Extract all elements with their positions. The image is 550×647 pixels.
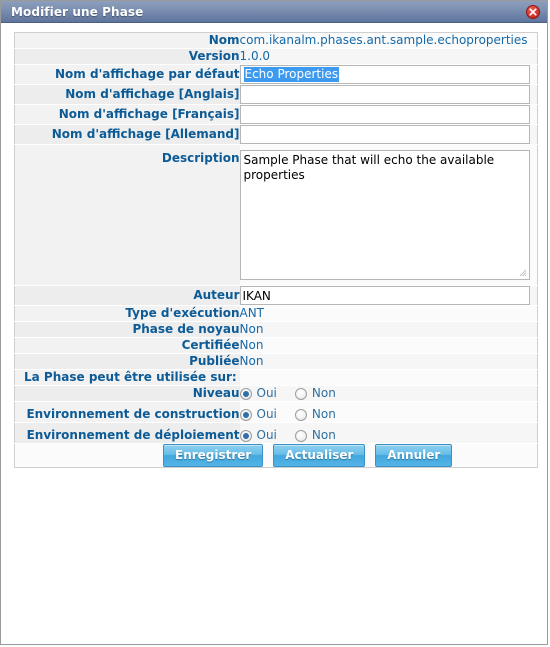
- field-value-execution-type: ANT: [239, 305, 538, 322]
- field-label-version: Version: [14, 48, 240, 65]
- display-name-default-input[interactable]: Echo Properties: [239, 65, 530, 84]
- radio-deploy-env-non[interactable]: Non: [294, 428, 336, 443]
- dialog-body: Nom com.ikanalm.phases.ant.sample.echopr…: [1, 23, 547, 478]
- radio-label-non: Non: [311, 407, 336, 421]
- field-cell-display-name-fr: [239, 104, 538, 125]
- field-label-display-name-en: Nom d'affichage [Anglais]: [14, 84, 240, 105]
- radio-on-icon: [239, 387, 252, 400]
- field-value-nom: com.ikanalm.phases.ant.sample.echoproper…: [239, 32, 538, 49]
- auteur-input[interactable]: [239, 286, 530, 305]
- radio-build-env-non[interactable]: Non: [294, 407, 336, 422]
- field-cell-auteur: [239, 285, 538, 306]
- radio-label-oui: Oui: [256, 428, 277, 442]
- radio-off-icon: [294, 429, 307, 442]
- radio-off-icon: [294, 387, 307, 400]
- table-row: Publiée Non: [14, 353, 538, 370]
- table-row: Environnement de déploiement Oui Non: [14, 422, 538, 444]
- table-row: Nom d'affichage [Français]: [14, 104, 538, 125]
- radio-build-env-oui[interactable]: Oui: [239, 407, 277, 422]
- close-icon[interactable]: [526, 5, 540, 19]
- radio-label-oui: Oui: [256, 407, 277, 421]
- radio-on-icon: [239, 429, 252, 442]
- button-bar: Enregistrer Actualiser Annuler: [14, 443, 538, 468]
- field-label-build-env: Environnement de construction: [14, 401, 240, 423]
- field-cell-deploy-env: Oui Non: [239, 422, 538, 444]
- field-cell-display-name-default: Echo Properties: [239, 64, 538, 85]
- radio-group-niveau: Oui Non: [239, 386, 538, 401]
- field-label-display-name-fr: Nom d'affichage [Français]: [14, 104, 240, 125]
- field-label-nom: Nom: [14, 32, 240, 49]
- table-row: La Phase peut être utilisée sur:: [14, 369, 538, 386]
- field-label-deploy-env: Environnement de déploiement: [14, 422, 240, 444]
- field-cell-display-name-de: [239, 124, 538, 145]
- display-name-default-value: Echo Properties: [243, 67, 340, 82]
- table-row: Niveau Oui Non: [14, 385, 538, 402]
- table-row: Description: [14, 144, 538, 286]
- table-row: Environnement de construction Oui Non: [14, 401, 538, 423]
- radio-group-build-env: Oui Non: [239, 407, 538, 422]
- refresh-button[interactable]: Actualiser: [273, 444, 366, 467]
- description-wrapper: [239, 150, 530, 280]
- table-row: Phase de noyau Non: [14, 321, 538, 338]
- table-row: Nom com.ikanalm.phases.ant.sample.echopr…: [14, 32, 538, 49]
- field-label-execution-type: Type d'exécution: [14, 305, 240, 322]
- table-row: Certifiée Non: [14, 337, 538, 354]
- table-row: Auteur: [14, 285, 538, 306]
- field-cell-niveau: Oui Non: [239, 385, 538, 402]
- field-label-auteur: Auteur: [14, 285, 240, 306]
- radio-group-deploy-env: Oui Non: [239, 428, 538, 443]
- radio-deploy-env-oui[interactable]: Oui: [239, 428, 277, 443]
- field-cell-build-env: Oui Non: [239, 401, 538, 423]
- radio-niveau-oui[interactable]: Oui: [239, 386, 277, 401]
- display-name-de-input[interactable]: [239, 125, 530, 144]
- table-row: Type d'exécution ANT: [14, 305, 538, 322]
- window-title: Modifier une Phase: [11, 4, 144, 19]
- radio-label-oui: Oui: [256, 386, 277, 400]
- table-row: Nom d'affichage [Anglais]: [14, 84, 538, 105]
- field-label-niveau: Niveau: [14, 385, 240, 402]
- field-label-certified: Certifiée: [14, 337, 240, 354]
- section-header-spacer: [239, 369, 538, 386]
- radio-label-non: Non: [311, 386, 336, 400]
- field-value-core-phase: Non: [239, 321, 538, 338]
- field-label-display-name-default: Nom d'affichage par défaut: [14, 64, 240, 85]
- field-value-version: 1.0.0: [239, 48, 538, 65]
- table-row: Nom d'affichage [Allemand]: [14, 124, 538, 145]
- field-cell-display-name-en: [239, 84, 538, 105]
- table-row: Enregistrer Actualiser Annuler: [14, 443, 538, 468]
- field-label-published: Publiée: [14, 353, 240, 370]
- cancel-button[interactable]: Annuler: [375, 444, 453, 467]
- modal-window: Modifier une Phase Nom com.ikanalm.phase…: [0, 0, 548, 645]
- phase-form: Nom com.ikanalm.phases.ant.sample.echopr…: [14, 32, 538, 468]
- description-textarea[interactable]: [239, 150, 530, 280]
- save-button[interactable]: Enregistrer: [163, 444, 264, 467]
- field-label-display-name-de: Nom d'affichage [Allemand]: [14, 124, 240, 145]
- field-label-core-phase: Phase de noyau: [14, 321, 240, 338]
- field-label-description: Description: [14, 144, 240, 286]
- radio-label-non: Non: [311, 428, 336, 442]
- display-name-en-input[interactable]: [239, 85, 530, 104]
- radio-on-icon: [239, 408, 252, 421]
- window-titlebar: Modifier une Phase: [1, 1, 547, 23]
- field-value-certified: Non: [239, 337, 538, 354]
- field-cell-description: [239, 144, 538, 286]
- radio-off-icon: [294, 408, 307, 421]
- display-name-fr-input[interactable]: [239, 105, 530, 124]
- section-header-usable-on: La Phase peut être utilisée sur:: [14, 369, 240, 386]
- radio-niveau-non[interactable]: Non: [294, 386, 336, 401]
- field-value-published: Non: [239, 353, 538, 370]
- table-row: Nom d'affichage par défaut Echo Properti…: [14, 64, 538, 85]
- table-row: Version 1.0.0: [14, 48, 538, 65]
